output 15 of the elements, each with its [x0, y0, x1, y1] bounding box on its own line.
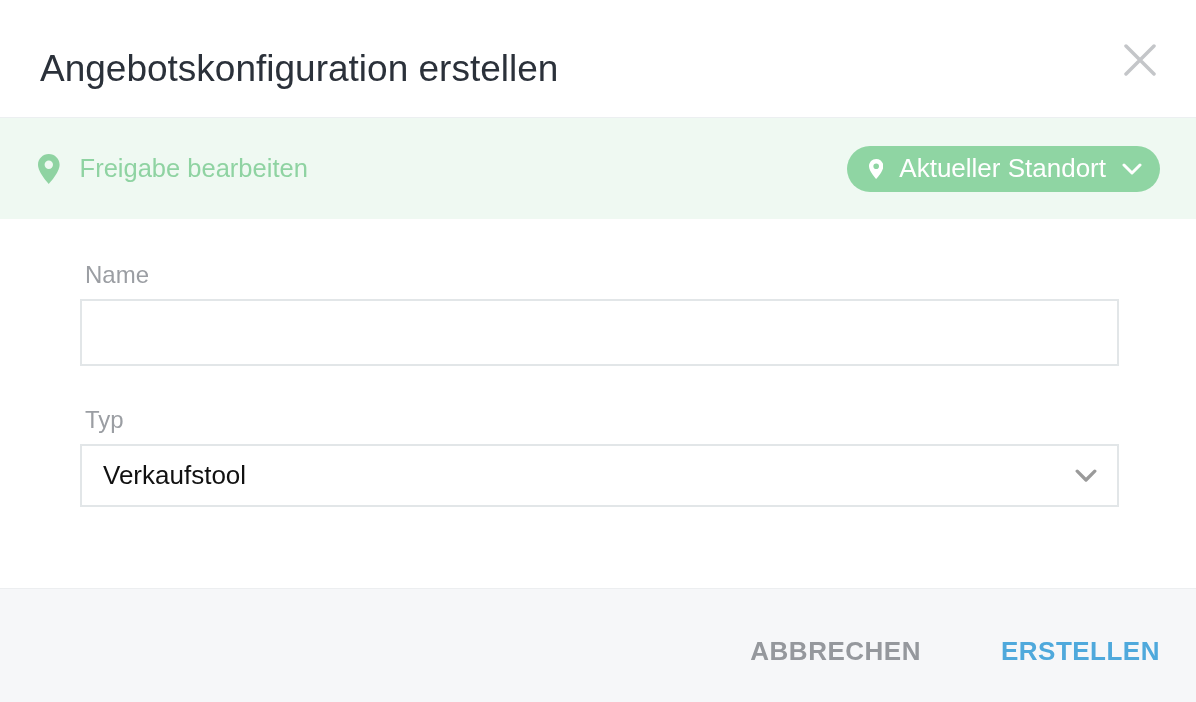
name-input[interactable] [80, 299, 1119, 366]
location-button[interactable]: Aktueller Standort [846, 145, 1160, 192]
close-icon [1124, 43, 1156, 76]
chevron-down-icon [1075, 468, 1097, 483]
dialog-title: Angebotskonfiguration erstellen [40, 47, 559, 90]
create-button[interactable]: ERSTELLEN [994, 628, 1166, 675]
field-label: Name [84, 261, 151, 289]
sharing-label: Freigabe bearbeiten [79, 154, 308, 183]
select-value: Verkaufstool [103, 460, 247, 491]
map-pin-icon [868, 158, 884, 179]
chevron-down-icon [1122, 162, 1142, 175]
cancel-button[interactable]: ABBRECHEN [744, 628, 927, 675]
type-select[interactable]: Verkaufstool [80, 444, 1119, 507]
map-pin-icon [38, 153, 60, 184]
field-label: Typ [84, 406, 125, 434]
